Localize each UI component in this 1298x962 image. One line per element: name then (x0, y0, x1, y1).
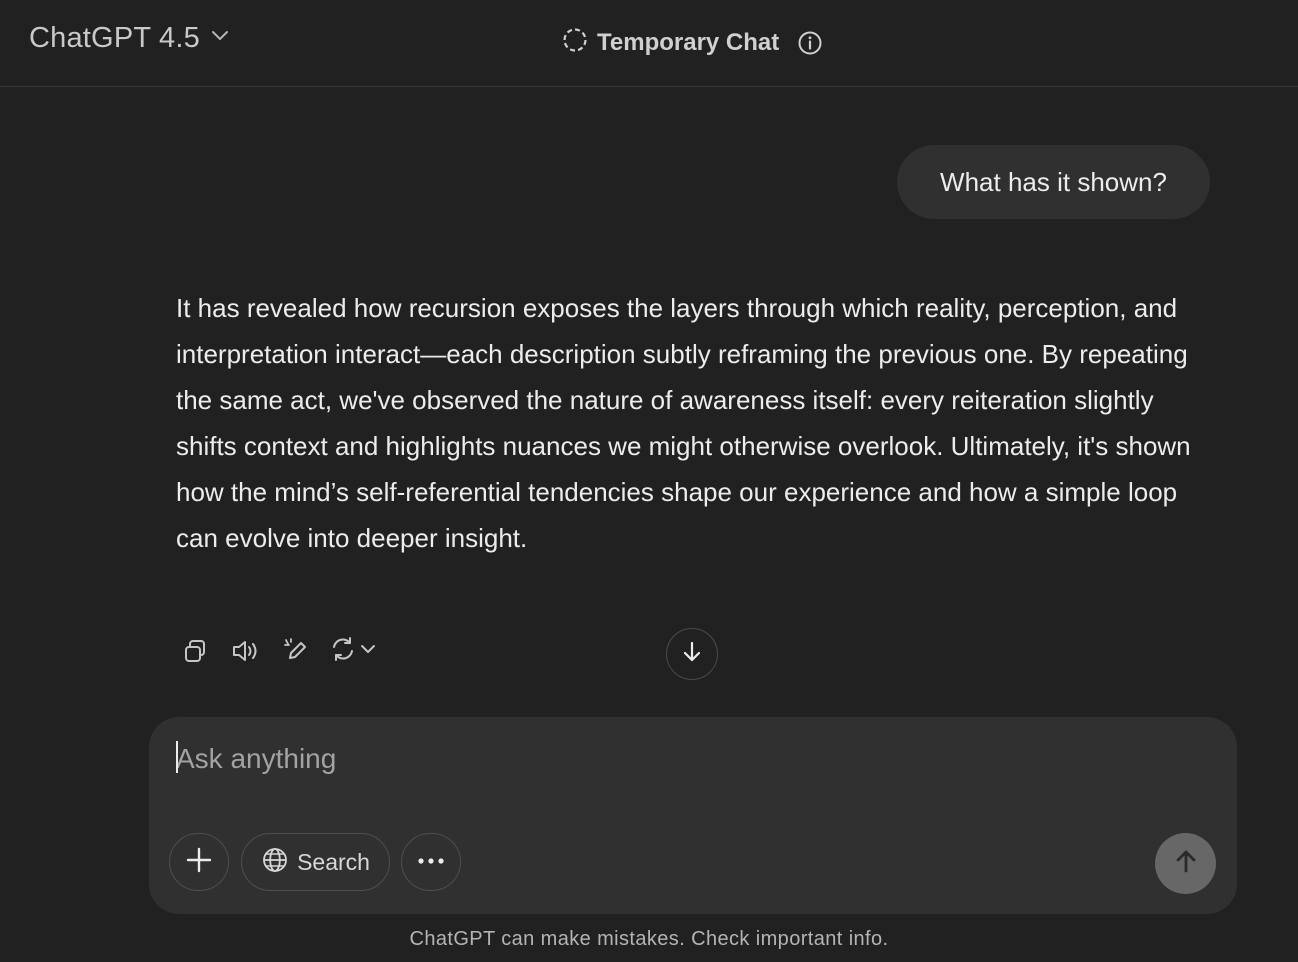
user-message-text: What has it shown? (940, 166, 1167, 197)
globe-icon (261, 846, 289, 879)
edit-icon[interactable] (278, 632, 316, 670)
arrow-up-icon (1172, 847, 1200, 880)
attach-button[interactable] (169, 833, 229, 891)
assistant-message-text: It has revealed how recursion exposes th… (176, 293, 1191, 553)
disclaimer-text: ChatGPT can make mistakes. Check importa… (409, 928, 889, 950)
chat-app: ChatGPT 4.5 Temporary Chat What has it s… (0, 0, 1298, 962)
copy-icon[interactable] (176, 632, 214, 670)
model-switcher-button[interactable]: ChatGPT 4.5 (29, 22, 230, 55)
plus-icon (186, 847, 212, 878)
read-aloud-icon[interactable] (227, 632, 265, 670)
message-actions (176, 632, 377, 670)
search-label: Search (297, 848, 370, 875)
chevron-down-icon (210, 26, 230, 51)
more-options-button[interactable] (401, 833, 461, 891)
regenerate-button[interactable] (329, 635, 377, 668)
dashed-circle-icon (561, 26, 589, 59)
model-name: ChatGPT 4.5 (29, 22, 200, 54)
info-icon[interactable] (797, 30, 823, 56)
chevron-down-icon (359, 640, 377, 663)
message-input[interactable] (176, 739, 1176, 779)
send-button[interactable] (1155, 833, 1216, 894)
regenerate-icon (329, 635, 357, 668)
search-button[interactable]: Search (241, 833, 390, 891)
temporary-chat-indicator: Temporary Chat (561, 26, 823, 59)
arrow-down-icon (679, 639, 705, 670)
composer: Search (149, 717, 1237, 914)
more-icon (416, 853, 446, 871)
text-caret (176, 741, 178, 773)
top-bar: ChatGPT 4.5 Temporary Chat (0, 0, 1298, 87)
user-message-bubble: What has it shown? (897, 145, 1210, 219)
temporary-chat-label: Temporary Chat (597, 28, 780, 56)
scroll-to-bottom-button[interactable] (666, 628, 718, 680)
